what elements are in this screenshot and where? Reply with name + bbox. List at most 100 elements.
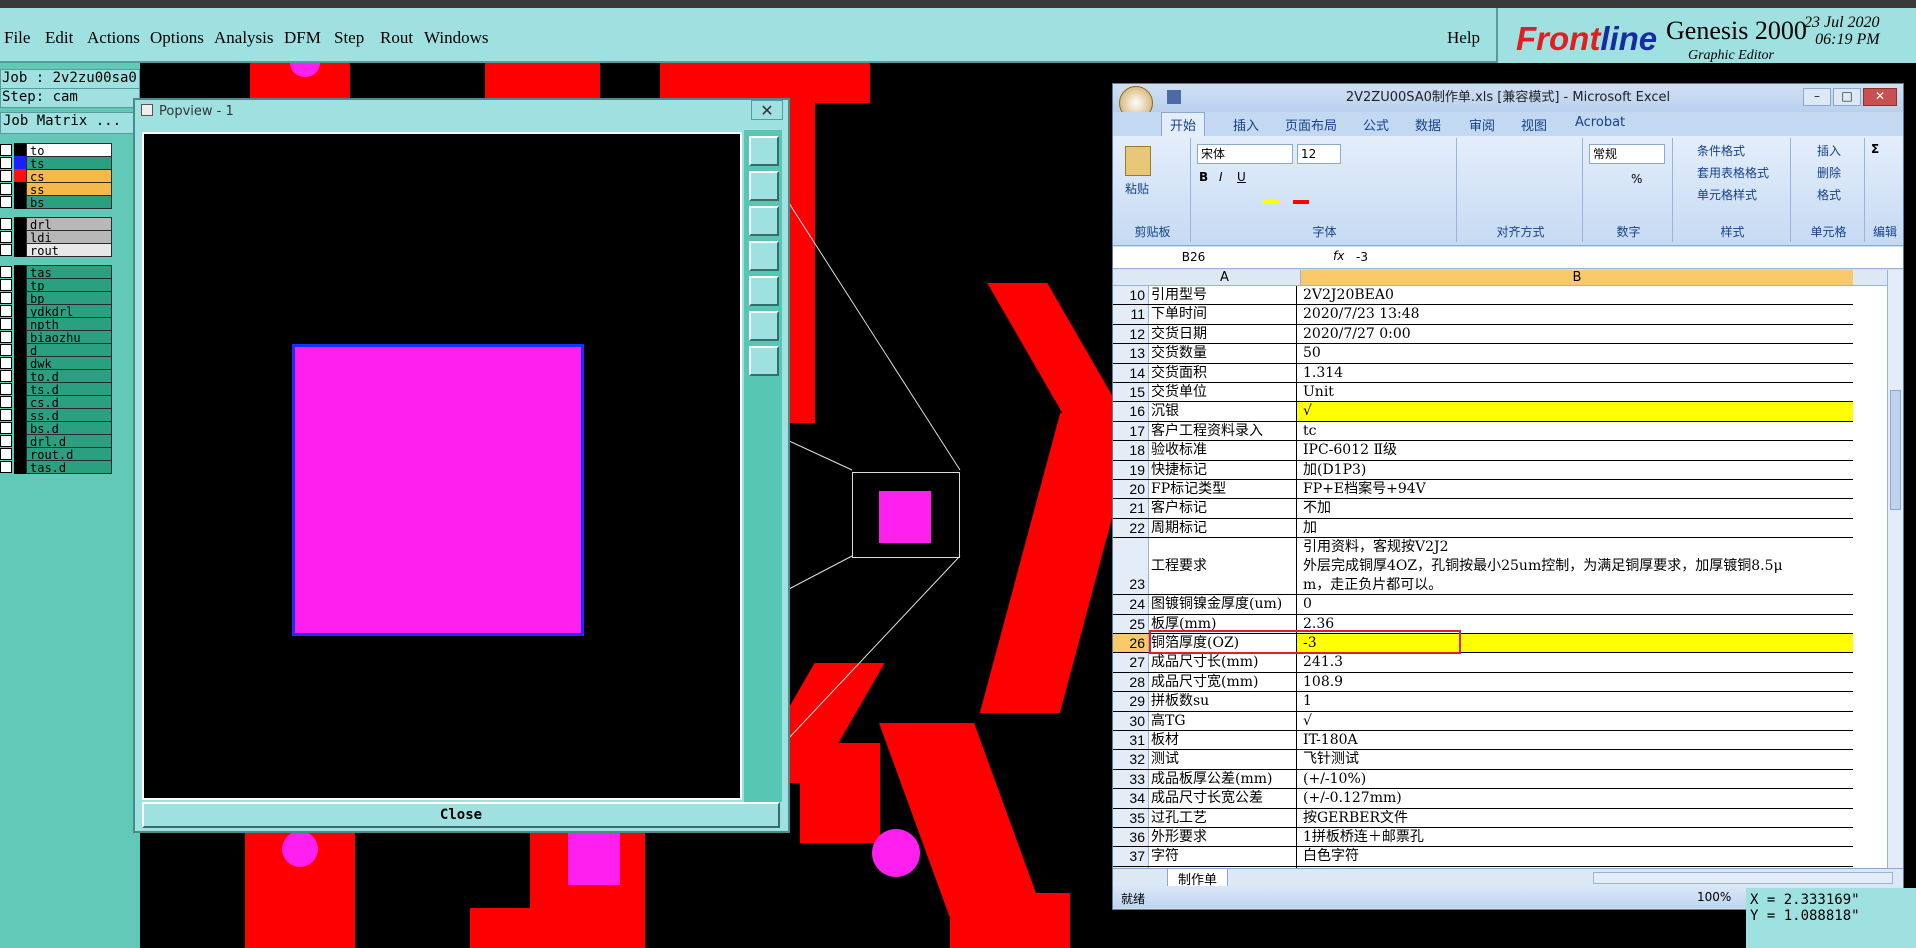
cell-b[interactable]: 2V2J20BEA0: [1301, 286, 1851, 304]
layer-checkbox[interactable]: [0, 144, 12, 156]
font-size-select[interactable]: 12: [1297, 144, 1341, 164]
cell-a[interactable]: 高TG: [1149, 711, 1297, 730]
cell-a[interactable]: 验收标准: [1149, 441, 1297, 460]
paste-icon[interactable]: [1125, 146, 1151, 176]
cell-a[interactable]: 成品尺寸宽(mm): [1149, 672, 1297, 692]
layer-ydkdrl[interactable]: ydkdrl: [26, 304, 112, 319]
cell-a[interactable]: 图镀铜镍金厚度(um): [1149, 595, 1297, 614]
layer-ts.d[interactable]: ts.d: [26, 382, 112, 397]
zoom-level[interactable]: 100%: [1697, 890, 1731, 904]
bold-button[interactable]: B: [1199, 170, 1208, 184]
row-number[interactable]: 17: [1113, 421, 1149, 441]
table-format-button[interactable]: 套用表格格式: [1697, 164, 1769, 181]
cell-b[interactable]: 1拼板桥连＋邮票孔: [1301, 828, 1851, 846]
layer-biaozhu[interactable]: biaozhu: [26, 330, 112, 345]
zoom-in-icon[interactable]: [749, 346, 779, 376]
menu-options[interactable]: Options: [150, 28, 204, 48]
percent-button[interactable]: %: [1631, 172, 1642, 186]
cell-b[interactable]: 加(D1P3): [1301, 461, 1851, 479]
row-number[interactable]: 22: [1113, 518, 1149, 538]
layer-drl.d[interactable]: drl.d: [26, 434, 112, 449]
row-number[interactable]: 32: [1113, 750, 1149, 769]
menu-rout[interactable]: Rout: [380, 28, 413, 48]
cell-b[interactable]: FP+E档案号+94V: [1301, 480, 1851, 498]
layer-checkbox[interactable]: [0, 383, 12, 395]
minimize-icon[interactable]: –: [1803, 88, 1831, 106]
delete-button[interactable]: 删除: [1817, 164, 1841, 181]
cell-b[interactable]: (+/-0.127mm): [1301, 789, 1851, 807]
cell-a[interactable]: 交货面积: [1149, 363, 1297, 382]
tab-insert[interactable]: 插入: [1233, 115, 1259, 134]
menu-windows[interactable]: Windows: [424, 28, 488, 48]
tab-home[interactable]: 开始: [1161, 112, 1206, 136]
cell-a[interactable]: 引用型号: [1149, 286, 1297, 305]
cell-b[interactable]: 按GERBER文件: [1301, 809, 1851, 827]
cell-b[interactable]: 2020/7/23 13:48: [1301, 305, 1851, 323]
sum-icon[interactable]: Σ: [1871, 142, 1879, 156]
cell-a[interactable]: 交货日期: [1149, 324, 1297, 344]
italic-button[interactable]: I: [1219, 170, 1223, 184]
menu-analysis[interactable]: Analysis: [214, 28, 274, 48]
layer-checkbox[interactable]: [0, 244, 12, 256]
row-number[interactable]: 20: [1113, 480, 1149, 499]
tab-acrobat[interactable]: Acrobat: [1575, 115, 1625, 130]
menu-step[interactable]: Step: [334, 28, 364, 48]
layer-cs[interactable]: cs: [26, 169, 112, 184]
tab-review[interactable]: 审阅: [1469, 115, 1495, 134]
cell-a[interactable]: 拼板数su: [1149, 692, 1297, 711]
layer-checkbox[interactable]: [0, 183, 12, 195]
layer-checkbox[interactable]: [0, 331, 12, 343]
cell-b[interactable]: 241.3: [1301, 653, 1851, 671]
cell-a[interactable]: 过孔工艺: [1149, 808, 1297, 827]
menu-actions[interactable]: Actions: [87, 28, 140, 48]
layer-checkbox[interactable]: [0, 448, 12, 460]
row-number[interactable]: 10: [1113, 286, 1149, 305]
cell-a[interactable]: 客户工程资料录入: [1149, 421, 1297, 441]
format-button[interactable]: 格式: [1817, 186, 1841, 203]
function-icon[interactable]: fx: [1333, 249, 1344, 263]
row-number[interactable]: 16: [1113, 402, 1149, 421]
cell-a[interactable]: 成品尺寸长宽公差: [1149, 789, 1297, 808]
popview-canvas[interactable]: [142, 132, 742, 800]
close-icon[interactable]: ✕: [751, 100, 783, 120]
layer-ss.d[interactable]: ss.d: [26, 408, 112, 423]
cell-b[interactable]: tc: [1301, 422, 1851, 440]
excel-titlebar[interactable]: 2V2ZU00SA0制作单.xls [兼容模式] - Microsoft Exc…: [1113, 84, 1903, 120]
horizontal-scrollbar[interactable]: [1593, 872, 1893, 884]
layer-d[interactable]: d: [26, 343, 112, 358]
cell-a[interactable]: 周期标记: [1149, 518, 1297, 538]
cell-a[interactable]: 沉银: [1149, 402, 1297, 421]
layer-drl[interactable]: drl: [26, 217, 112, 232]
row-number[interactable]: 12: [1113, 324, 1149, 344]
cell-a[interactable]: FP标记类型: [1149, 480, 1297, 499]
zoom-out-icon[interactable]: [749, 311, 779, 341]
cell-a[interactable]: 客户标记: [1149, 499, 1297, 518]
menu-dfm[interactable]: DFM: [284, 28, 321, 48]
layer-checkbox[interactable]: [0, 279, 12, 291]
row-number[interactable]: 23: [1113, 538, 1149, 595]
cell-b[interactable]: 2020/7/27 0:00: [1301, 325, 1851, 343]
layer-checkbox[interactable]: [0, 370, 12, 382]
maximize-icon[interactable]: □: [1833, 88, 1861, 106]
pan-left-icon[interactable]: [749, 241, 779, 271]
row-number[interactable]: 26: [1113, 634, 1149, 653]
menu-file[interactable]: File: [4, 28, 30, 48]
cell-b[interactable]: 飞针测试: [1301, 750, 1851, 768]
tab-formulas[interactable]: 公式: [1363, 115, 1389, 134]
col-header-a[interactable]: A: [1149, 270, 1301, 285]
row-number[interactable]: 36: [1113, 828, 1149, 847]
layer-checkbox[interactable]: [0, 157, 12, 169]
cell-b[interactable]: 加: [1301, 519, 1851, 537]
cell-a[interactable]: 测试: [1149, 750, 1297, 769]
layer-checkbox[interactable]: [0, 435, 12, 447]
layer-ss[interactable]: ss: [26, 182, 112, 197]
layer-bp[interactable]: bp: [26, 291, 112, 306]
row-number[interactable]: 19: [1113, 460, 1149, 479]
row-number[interactable]: 37: [1113, 847, 1149, 866]
layer-checkbox[interactable]: [0, 422, 12, 434]
row-number[interactable]: 34: [1113, 789, 1149, 808]
row-number[interactable]: 28: [1113, 672, 1149, 692]
row-number[interactable]: 11: [1113, 305, 1149, 324]
menu-edit[interactable]: Edit: [45, 28, 73, 48]
formula-input[interactable]: -3: [1353, 248, 1893, 267]
